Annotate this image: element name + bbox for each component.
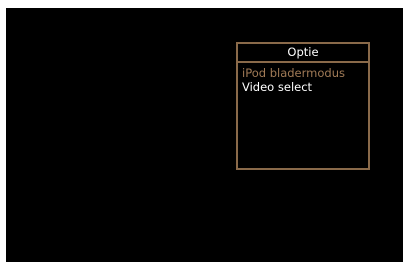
tv-screen: Optie iPod bladermodus Video select <box>6 8 403 262</box>
menu-item-ipod-browse-mode[interactable]: iPod bladermodus <box>242 66 368 80</box>
menu-item-video-select[interactable]: Video select <box>242 80 368 94</box>
option-menu-list: iPod bladermodus Video select <box>238 63 368 94</box>
option-menu-title: Optie <box>238 44 368 63</box>
option-menu-panel: Optie iPod bladermodus Video select <box>236 42 370 170</box>
